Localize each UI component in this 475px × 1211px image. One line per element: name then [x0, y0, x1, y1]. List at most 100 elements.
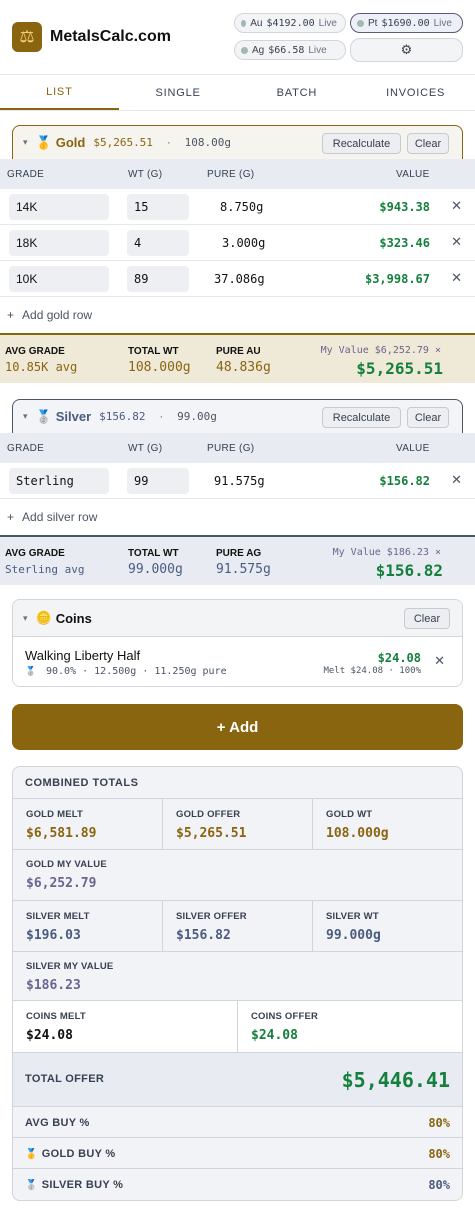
- coin-item[interactable]: Walking Liberty Half 🥈 90.0% · 12.500g ·…: [13, 637, 462, 686]
- silver-table-header: GRADE WT (G) PURE (G) VALUE: [0, 433, 475, 463]
- silver-my-value-cell: SILVER MY VALUE $186.23: [13, 951, 113, 993]
- plus-icon: +: [7, 510, 15, 524]
- gold-totals-grid: GOLD MELT $6,581.89 GOLD OFFER $5,265.51…: [13, 799, 462, 901]
- silver-medal-icon: 🥈: [25, 1180, 38, 1191]
- au-symbol: Au: [250, 17, 263, 29]
- silver-clear-button[interactable]: Clear: [407, 407, 449, 428]
- chevron-down-icon[interactable]: ▾: [23, 411, 28, 422]
- tab-invoices[interactable]: INVOICES: [356, 75, 475, 110]
- gold-buy-value[interactable]: 80%: [428, 1147, 450, 1161]
- weight-field[interactable]: 89: [127, 266, 189, 292]
- gold-clear-button[interactable]: Clear: [407, 133, 449, 154]
- coins-clear-button[interactable]: Clear: [404, 608, 450, 629]
- gold-row: 14K 15 8.750g $943.38 ✕: [0, 189, 475, 225]
- silver-melt-value: $196.03: [26, 928, 81, 943]
- avg-buy-value: 80%: [428, 1116, 450, 1130]
- coin-melt: Melt $24.08 · 100%: [323, 666, 421, 676]
- col-pure: PURE (G): [207, 169, 255, 180]
- add-silver-row-button[interactable]: + Add silver row: [0, 499, 475, 535]
- silver-totals-grid: SILVER MELT $196.03 SILVER OFFER $156.82…: [13, 901, 462, 1001]
- silver-summary: AVG GRADE Sterling avg TOTAL WT 99.000g …: [0, 535, 475, 585]
- gold-recalculate-button[interactable]: Recalculate: [322, 133, 401, 154]
- weight-field[interactable]: 4: [127, 230, 189, 256]
- coin-name: Walking Liberty Half: [25, 648, 141, 663]
- avg-grade-value: Sterling avg: [5, 563, 85, 576]
- pure-weight: 3.000g: [222, 236, 266, 250]
- total-wt-value: 99.000g: [128, 562, 183, 577]
- coin-details: 90.0% · 12.500g · 11.250g pure: [46, 666, 227, 677]
- gold-medal-icon: 🥇: [35, 134, 52, 150]
- grade-field[interactable]: 14K: [9, 194, 109, 220]
- remove-row-icon[interactable]: ✕: [451, 270, 462, 286]
- coins-offer-value: $24.08: [251, 1028, 298, 1043]
- silver-my-value[interactable]: My Value $186.23 ×: [333, 547, 441, 558]
- silver-buy-label: SILVER BUY %: [41, 1179, 124, 1191]
- combined-totals: COMBINED TOTALS GOLD MELT $6,581.89 GOLD…: [12, 766, 463, 1201]
- grade-field[interactable]: 18K: [9, 230, 109, 256]
- add-gold-row-button[interactable]: + Add gold row: [0, 297, 475, 333]
- live-dot-icon: [241, 46, 248, 54]
- silver-buy-value[interactable]: 80%: [428, 1178, 450, 1192]
- remove-row-icon[interactable]: ✕: [451, 198, 462, 214]
- silver-price-pill[interactable]: Ag $66.58 Live: [234, 40, 346, 60]
- silver-recalculate-button[interactable]: Recalculate: [322, 407, 401, 428]
- coins-section: ▾ 🪙 Coins Clear Walking Liberty Half 🥈 9…: [12, 599, 463, 687]
- platinum-price-pill[interactable]: Pt $1690.00 Live: [350, 13, 463, 33]
- row-value: $943.38: [379, 200, 430, 214]
- coins-offer-label: COINS OFFER: [251, 1011, 319, 1022]
- balance-scale-icon[interactable]: ⚖: [12, 22, 42, 52]
- chevron-down-icon[interactable]: ▾: [23, 137, 28, 148]
- silver-section-weight: 99.00g: [177, 410, 217, 423]
- gold-wt-cell: GOLD WT 108.000g: [313, 799, 389, 841]
- gold-my-value[interactable]: My Value $6,252.79 ×: [321, 345, 441, 356]
- silver-my-value-amount: $186.23: [26, 978, 81, 993]
- remove-row-icon[interactable]: ✕: [451, 472, 462, 488]
- gold-melt-cell: GOLD MELT $6,581.89: [13, 799, 96, 841]
- tab-batch[interactable]: BATCH: [238, 75, 357, 110]
- settings-button[interactable]: ⚙: [350, 38, 463, 62]
- gold-price-pill[interactable]: Au $4192.00 Live: [234, 13, 346, 33]
- total-wt-label: TOTAL WT: [128, 548, 179, 559]
- gold-offer-label: GOLD OFFER: [176, 809, 241, 820]
- remove-row-icon[interactable]: ✕: [451, 234, 462, 250]
- silver-offer-label: SILVER OFFER: [176, 911, 247, 922]
- coin-value: $24.08: [377, 651, 421, 665]
- totals-title: COMBINED TOTALS: [13, 767, 462, 799]
- add-button[interactable]: + Add: [12, 704, 463, 750]
- tab-single[interactable]: SINGLE: [119, 75, 238, 110]
- col-value: VALUE: [396, 443, 430, 454]
- gold-wt-value: 108.000g: [326, 826, 389, 841]
- grade-field[interactable]: 10K: [9, 266, 109, 292]
- coins-melt-value: $24.08: [26, 1028, 73, 1043]
- silver-wt-value: 99.000g: [326, 928, 381, 943]
- pure-weight: 37.086g: [214, 272, 265, 286]
- row-value: $156.82: [379, 474, 430, 488]
- gold-buy-row: 🥇 GOLD BUY % 80%: [13, 1138, 462, 1169]
- silver-buy-label-wrap: 🥈 SILVER BUY %: [25, 1179, 123, 1191]
- total-offer-value: $5,446.41: [341, 1068, 450, 1092]
- remove-coin-icon[interactable]: ✕: [434, 653, 445, 669]
- add-gold-row-label: Add gold row: [22, 308, 93, 322]
- gold-section-weight: 108.00g: [184, 136, 231, 149]
- total-offer-label: TOTAL OFFER: [25, 1073, 105, 1085]
- brand-name[interactable]: MetalsCalc.com: [50, 28, 171, 46]
- pure-weight: 91.575g: [214, 474, 265, 488]
- total-wt-label: TOTAL WT: [128, 346, 179, 357]
- total-offer-row: TOTAL OFFER $5,446.41: [13, 1053, 462, 1107]
- grade-field[interactable]: Sterling: [9, 468, 109, 494]
- live-dot-icon: [357, 19, 364, 27]
- gold-section-value: $5,265.51: [93, 136, 153, 149]
- pure-au-value: 48.836g: [216, 360, 271, 375]
- ag-status: Live: [308, 44, 327, 56]
- weight-field[interactable]: 15: [127, 194, 189, 220]
- col-wt: WT (G): [128, 443, 163, 454]
- silver-melt-cell: SILVER MELT $196.03: [13, 901, 90, 943]
- chevron-down-icon[interactable]: ▾: [23, 613, 28, 624]
- ag-symbol: Ag: [252, 44, 265, 56]
- weight-field[interactable]: 99: [127, 468, 189, 494]
- pure-ag-value: 91.575g: [216, 562, 271, 577]
- tab-list[interactable]: LIST: [0, 75, 119, 110]
- gold-medal-icon: 🥇: [25, 1149, 38, 1160]
- gold-section-header: ▾ 🥇 Gold $5,265.51 · 108.00g Recalculate…: [12, 125, 463, 159]
- gold-table-header: GRADE WT (G) PURE (G) VALUE: [0, 159, 475, 189]
